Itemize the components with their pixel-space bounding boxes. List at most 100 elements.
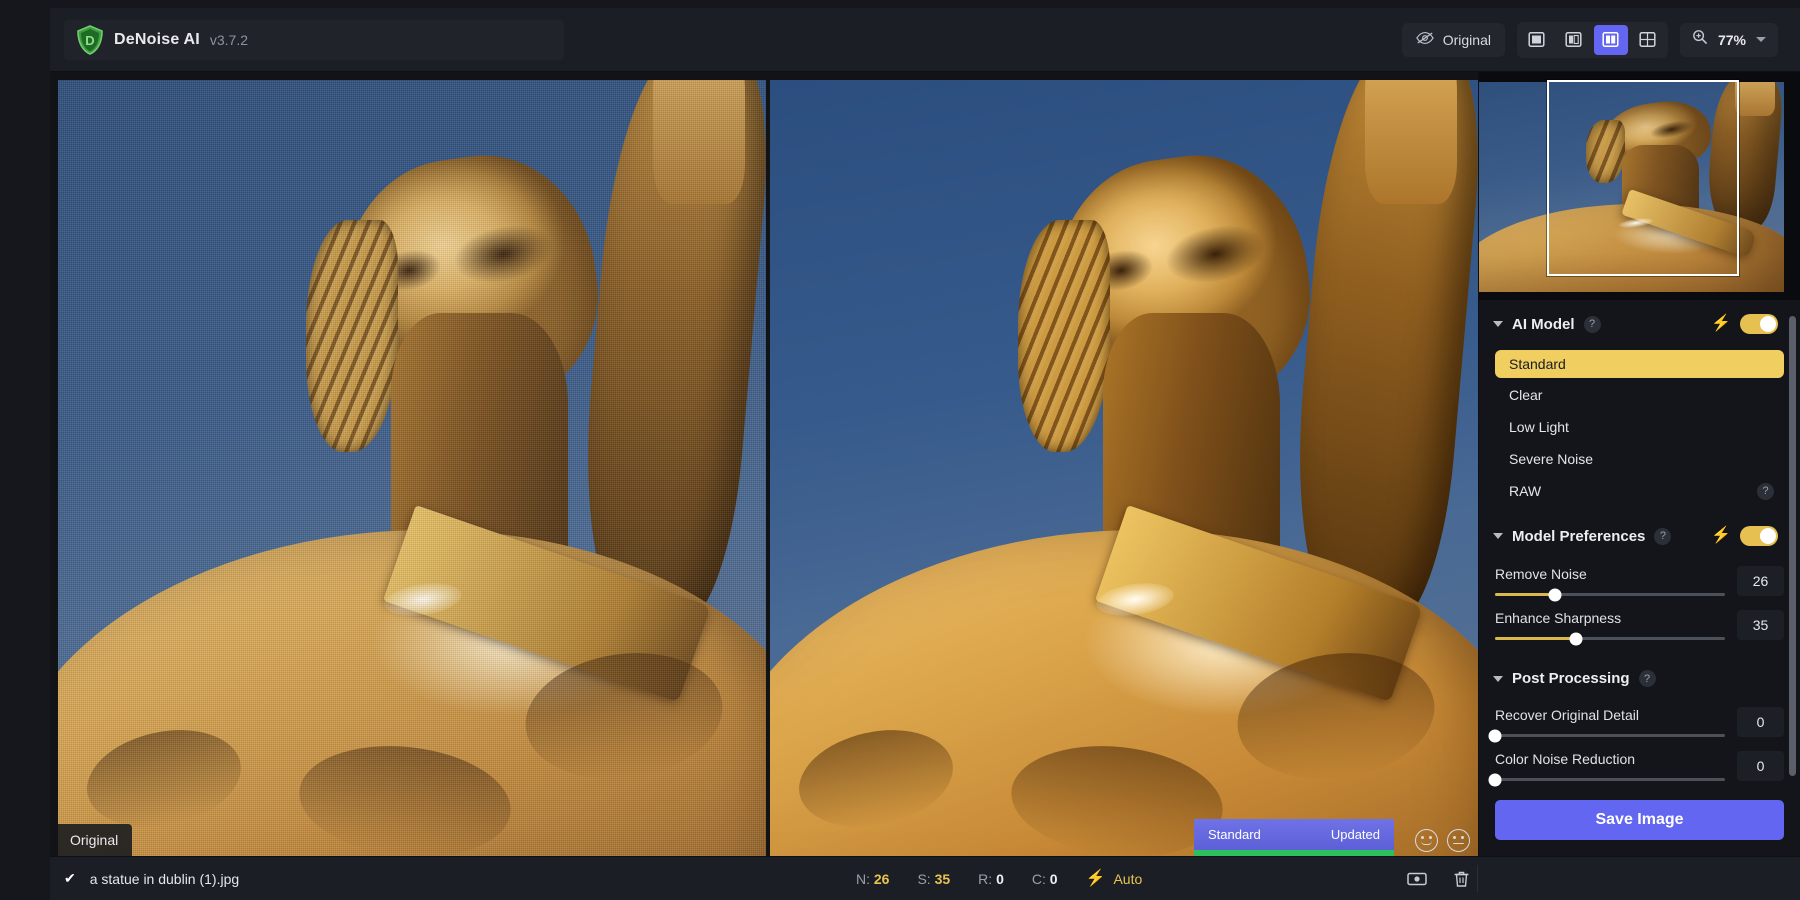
panel-scroll-region: AI Model ? ⚡ Standard Clear: [1479, 300, 1800, 788]
image-canvas-area: Original: [50, 72, 1478, 856]
title-bar: D DeNoise AI v3.7.2 Original: [50, 8, 1800, 72]
original-pane-label: Original: [58, 824, 132, 856]
slider-label: Recover Original Detail: [1495, 707, 1725, 723]
metric-sharpness: S: 35: [917, 871, 950, 887]
chevron-down-icon[interactable]: [1756, 37, 1766, 42]
status-metrics: N: 26 S: 35 R: 0 C: 0 ⚡ Auto: [856, 857, 1142, 900]
view-mode-side-by-side[interactable]: [1594, 25, 1628, 55]
slider-fill: [1495, 593, 1555, 596]
status-divider: [1477, 865, 1478, 892]
slider-knob[interactable]: [1569, 632, 1582, 645]
original-image: [58, 80, 766, 856]
metric-recover-value: 0: [996, 871, 1004, 887]
slider-label: Remove Noise: [1495, 566, 1725, 582]
model-option-raw[interactable]: RAW ?: [1495, 476, 1784, 506]
help-icon-ai-model[interactable]: ?: [1584, 316, 1601, 333]
section-post-processing-header[interactable]: Post Processing ?: [1479, 644, 1800, 697]
processed-image: [770, 80, 1478, 856]
metric-color: C: 0: [1032, 871, 1058, 887]
model-option-standard[interactable]: Standard: [1495, 350, 1784, 378]
model-preferences-auto-toggle[interactable]: [1740, 526, 1778, 546]
auto-label: Auto: [1113, 871, 1142, 887]
metric-sharpness-value: 35: [935, 871, 951, 887]
slider-track[interactable]: [1495, 637, 1725, 640]
model-option-clear[interactable]: Clear: [1495, 380, 1784, 410]
lightning-bolt-icon: ⚡: [1086, 871, 1106, 887]
slider-label: Color Noise Reduction: [1495, 751, 1725, 767]
preview-compare-icon[interactable]: [1407, 871, 1427, 887]
navigator-viewport-rect[interactable]: [1547, 80, 1739, 276]
slider-track[interactable]: [1495, 734, 1725, 737]
section-model-preferences-header[interactable]: Model Preferences ? ⚡: [1479, 512, 1800, 556]
model-option-low-light[interactable]: Low Light: [1495, 412, 1784, 442]
chevron-down-icon[interactable]: [1493, 321, 1503, 327]
feedback-neutral-face-icon[interactable]: [1447, 829, 1470, 852]
lightning-bolt-icon: ⚡: [1711, 528, 1731, 544]
help-icon-raw[interactable]: ?: [1757, 483, 1774, 500]
delete-trash-icon[interactable]: [1453, 870, 1470, 888]
slider-value-color-noise-reduction[interactable]: 0: [1737, 751, 1784, 781]
chevron-down-icon[interactable]: [1493, 676, 1503, 682]
slider-value-recover-original-detail[interactable]: 0: [1737, 707, 1784, 737]
app-version: v3.7.2: [210, 32, 248, 48]
feedback-happy-face-icon[interactable]: [1415, 829, 1438, 852]
view-mode-split[interactable]: [1557, 25, 1591, 55]
slider-remove-noise: Remove Noise 26: [1479, 556, 1800, 600]
status-actions: [1407, 857, 1470, 900]
zoom-control[interactable]: 77%: [1680, 23, 1778, 57]
slider-enhance-sharpness: Enhance Sharpness 35: [1479, 600, 1800, 644]
processed-image-pane[interactable]: Standard Updated: [770, 80, 1478, 856]
slider-knob[interactable]: [1489, 729, 1502, 742]
model-label: RAW: [1509, 483, 1541, 499]
image-navigator[interactable]: [1479, 72, 1800, 300]
metric-recover: R: 0: [978, 871, 1004, 887]
application-window: D DeNoise AI v3.7.2 Original: [50, 8, 1800, 900]
metric-noise-value: 26: [874, 871, 890, 887]
slider-recover-original-detail: Recover Original Detail 0: [1479, 697, 1800, 741]
desktop-background: D DeNoise AI v3.7.2 Original: [0, 0, 1800, 900]
feedback-model-name: Standard: [1208, 827, 1261, 842]
view-mode-grid[interactable]: [1631, 25, 1665, 55]
slider-value-enhance-sharpness[interactable]: 35: [1737, 610, 1784, 640]
panel-scrollbar[interactable]: [1789, 316, 1796, 776]
toolbar-right-group: Original: [1402, 22, 1786, 58]
slider-track[interactable]: [1495, 778, 1725, 781]
statue-artwork-processed: [770, 80, 1478, 856]
section-title-model-preferences: Model Preferences: [1512, 528, 1645, 545]
original-toggle-button[interactable]: Original: [1402, 23, 1505, 57]
view-mode-single[interactable]: [1520, 25, 1554, 55]
checkmark-icon: ✔: [64, 870, 76, 887]
model-label: Severe Noise: [1509, 451, 1593, 467]
lightning-bolt-icon: ⚡: [1711, 316, 1731, 332]
feedback-face-group: [1415, 829, 1470, 852]
help-icon-model-preferences[interactable]: ?: [1654, 528, 1671, 545]
model-feedback-banner: Standard Updated: [1194, 819, 1394, 856]
app-name: DeNoise AI: [114, 31, 200, 49]
model-option-severe-noise[interactable]: Severe Noise: [1495, 444, 1784, 474]
help-icon-post-processing[interactable]: ?: [1639, 670, 1656, 687]
feedback-status: Updated: [1331, 827, 1380, 842]
metric-noise: N: 26: [856, 871, 889, 887]
view-mode-group: [1517, 22, 1668, 58]
slider-knob[interactable]: [1548, 588, 1561, 601]
statue-artwork: [58, 80, 766, 856]
magnifier-plus-icon: [1692, 29, 1708, 50]
file-entry[interactable]: ✔ a statue in dublin (1).jpg: [64, 870, 239, 887]
eye-off-icon: [1416, 31, 1434, 48]
slider-value-remove-noise[interactable]: 26: [1737, 566, 1784, 596]
metric-color-value: 0: [1050, 871, 1058, 887]
section-ai-model-header[interactable]: AI Model ? ⚡: [1479, 300, 1800, 344]
original-button-label: Original: [1443, 32, 1491, 48]
slider-label: Enhance Sharpness: [1495, 610, 1725, 626]
save-image-button[interactable]: Save Image: [1495, 800, 1784, 840]
ai-model-auto-toggle[interactable]: [1740, 314, 1778, 334]
main-body: Original: [50, 72, 1800, 856]
slider-color-noise-reduction: Color Noise Reduction 0: [1479, 741, 1800, 785]
chevron-down-icon[interactable]: [1493, 533, 1503, 539]
slider-fill: [1495, 637, 1576, 640]
ai-model-list: Standard Clear Low Light Severe Noise RA: [1479, 344, 1800, 512]
auto-mode-button[interactable]: ⚡ Auto: [1086, 871, 1143, 887]
original-image-pane[interactable]: Original: [58, 80, 766, 856]
slider-track[interactable]: [1495, 593, 1725, 596]
slider-knob[interactable]: [1489, 773, 1502, 786]
